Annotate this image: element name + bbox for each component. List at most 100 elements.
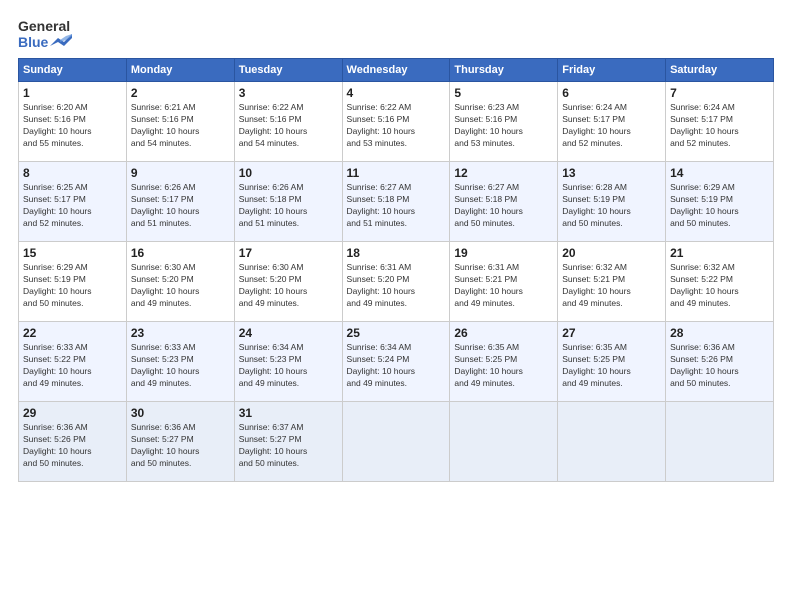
day-number: 7	[670, 86, 769, 100]
day-number: 28	[670, 326, 769, 340]
calendar-week-row: 29Sunrise: 6:36 AMSunset: 5:26 PMDayligh…	[19, 402, 774, 482]
calendar-cell: 29Sunrise: 6:36 AMSunset: 5:26 PMDayligh…	[19, 402, 127, 482]
day-number: 30	[131, 406, 230, 420]
calendar-cell: 26 Sunrise: 6:35 AMSunset: 5:25 PMDayligh…	[450, 322, 558, 402]
day-info: Sunrise: 6:36 AMSunset: 5:26 PMDaylight:…	[670, 342, 769, 390]
day-info: Sunrise: 6:37 AMSunset: 5:27 PMDaylight:…	[239, 422, 338, 470]
day-number: 18	[347, 246, 446, 260]
calendar-cell: 20Sunrise: 6:32 AMSunset: 5:21 PMDayligh…	[558, 242, 666, 322]
calendar-cell	[558, 402, 666, 482]
col-header-monday: Monday	[126, 59, 234, 82]
day-number: 24	[239, 326, 338, 340]
calendar-cell: 13 Sunrise: 6:28 AMSunset: 5:19 PMDayligh…	[558, 162, 666, 242]
calendar-table: SundayMondayTuesdayWednesdayThursdayFrid…	[18, 58, 774, 482]
day-info: Sunrise: 6:21 AMSunset: 5:16 PMDaylight:…	[131, 102, 230, 150]
calendar-cell: 30 Sunrise: 6:36 AMSunset: 5:27 PMDayligh…	[126, 402, 234, 482]
calendar-week-row: 1 Sunrise: 6:20 AMSunset: 5:16 PMDaylight…	[19, 82, 774, 162]
calendar-cell: 15Sunrise: 6:29 AMSunset: 5:19 PMDayligh…	[19, 242, 127, 322]
day-info: Sunrise: 6:25 AMSunset: 5:17 PMDaylight:…	[23, 182, 122, 230]
calendar-cell: 21 Sunrise: 6:32 AMSunset: 5:22 PMDayligh…	[666, 242, 774, 322]
col-header-wednesday: Wednesday	[342, 59, 450, 82]
day-number: 14	[670, 166, 769, 180]
logo: General Blue	[18, 18, 72, 50]
col-header-saturday: Saturday	[666, 59, 774, 82]
col-header-tuesday: Tuesday	[234, 59, 342, 82]
day-number: 8	[23, 166, 122, 180]
calendar-cell: 12 Sunrise: 6:27 AMSunset: 5:18 PMDayligh…	[450, 162, 558, 242]
calendar-week-row: 8 Sunrise: 6:25 AMSunset: 5:17 PMDaylight…	[19, 162, 774, 242]
calendar-cell: 8 Sunrise: 6:25 AMSunset: 5:17 PMDaylight…	[19, 162, 127, 242]
day-info: Sunrise: 6:34 AMSunset: 5:23 PMDaylight:…	[239, 342, 338, 390]
calendar-cell: 19Sunrise: 6:31 AMSunset: 5:21 PMDayligh…	[450, 242, 558, 322]
logo-text: General Blue	[18, 18, 72, 50]
day-number: 5	[454, 86, 553, 100]
day-info: Sunrise: 6:23 AMSunset: 5:16 PMDaylight:…	[454, 102, 553, 150]
calendar-cell: 5 Sunrise: 6:23 AMSunset: 5:16 PMDaylight…	[450, 82, 558, 162]
day-number: 9	[131, 166, 230, 180]
calendar-cell: 1 Sunrise: 6:20 AMSunset: 5:16 PMDaylight…	[19, 82, 127, 162]
day-info: Sunrise: 6:22 AMSunset: 5:16 PMDaylight:…	[347, 102, 446, 150]
day-number: 2	[131, 86, 230, 100]
day-info: Sunrise: 6:26 AMSunset: 5:17 PMDaylight:…	[131, 182, 230, 230]
calendar-cell: 22Sunrise: 6:33 AMSunset: 5:22 PMDayligh…	[19, 322, 127, 402]
calendar-cell: 31Sunrise: 6:37 AMSunset: 5:27 PMDayligh…	[234, 402, 342, 482]
day-number: 29	[23, 406, 122, 420]
page-header: General Blue	[18, 18, 774, 50]
calendar-cell	[666, 402, 774, 482]
calendar-cell: 9 Sunrise: 6:26 AMSunset: 5:17 PMDaylight…	[126, 162, 234, 242]
day-info: Sunrise: 6:32 AMSunset: 5:22 PMDaylight:…	[670, 262, 769, 310]
calendar-cell: 2 Sunrise: 6:21 AMSunset: 5:16 PMDaylight…	[126, 82, 234, 162]
calendar-cell: 25 Sunrise: 6:34 AMSunset: 5:24 PMDayligh…	[342, 322, 450, 402]
day-number: 16	[131, 246, 230, 260]
day-number: 13	[562, 166, 661, 180]
day-info: Sunrise: 6:20 AMSunset: 5:16 PMDaylight:…	[23, 102, 122, 150]
day-info: Sunrise: 6:28 AMSunset: 5:19 PMDaylight:…	[562, 182, 661, 230]
day-info: Sunrise: 6:30 AMSunset: 5:20 PMDaylight:…	[239, 262, 338, 310]
calendar-cell	[342, 402, 450, 482]
day-number: 22	[23, 326, 122, 340]
day-info: Sunrise: 6:29 AMSunset: 5:19 PMDaylight:…	[670, 182, 769, 230]
day-number: 4	[347, 86, 446, 100]
day-info: Sunrise: 6:35 AMSunset: 5:25 PMDaylight:…	[562, 342, 661, 390]
calendar-cell	[450, 402, 558, 482]
calendar-cell: 11 Sunrise: 6:27 AMSunset: 5:18 PMDayligh…	[342, 162, 450, 242]
calendar-cell: 7Sunrise: 6:24 AMSunset: 5:17 PMDaylight…	[666, 82, 774, 162]
day-number: 10	[239, 166, 338, 180]
day-info: Sunrise: 6:26 AMSunset: 5:18 PMDaylight:…	[239, 182, 338, 230]
calendar-cell: 14 Sunrise: 6:29 AMSunset: 5:19 PMDayligh…	[666, 162, 774, 242]
day-number: 1	[23, 86, 122, 100]
day-info: Sunrise: 6:35 AMSunset: 5:25 PMDaylight:…	[454, 342, 553, 390]
day-info: Sunrise: 6:36 AMSunset: 5:27 PMDaylight:…	[131, 422, 230, 470]
calendar-week-row: 15Sunrise: 6:29 AMSunset: 5:19 PMDayligh…	[19, 242, 774, 322]
calendar-cell: 28 Sunrise: 6:36 AMSunset: 5:26 PMDayligh…	[666, 322, 774, 402]
col-header-sunday: Sunday	[19, 59, 127, 82]
calendar-cell: 27 Sunrise: 6:35 AMSunset: 5:25 PMDayligh…	[558, 322, 666, 402]
logo-bird-icon	[50, 34, 72, 50]
day-info: Sunrise: 6:31 AMSunset: 5:20 PMDaylight:…	[347, 262, 446, 310]
calendar-cell: 16 Sunrise: 6:30 AMSunset: 5:20 PMDayligh…	[126, 242, 234, 322]
calendar-cell: 4 Sunrise: 6:22 AMSunset: 5:16 PMDaylight…	[342, 82, 450, 162]
calendar-cell: 6 Sunrise: 6:24 AMSunset: 5:17 PMDaylight…	[558, 82, 666, 162]
day-number: 3	[239, 86, 338, 100]
day-number: 23	[131, 326, 230, 340]
day-number: 21	[670, 246, 769, 260]
day-number: 11	[347, 166, 446, 180]
calendar-cell: 23Sunrise: 6:33 AMSunset: 5:23 PMDayligh…	[126, 322, 234, 402]
day-number: 12	[454, 166, 553, 180]
day-info: Sunrise: 6:30 AMSunset: 5:20 PMDaylight:…	[131, 262, 230, 310]
day-info: Sunrise: 6:24 AMSunset: 5:17 PMDaylight:…	[562, 102, 661, 150]
day-info: Sunrise: 6:27 AMSunset: 5:18 PMDaylight:…	[347, 182, 446, 230]
day-number: 26	[454, 326, 553, 340]
day-number: 20	[562, 246, 661, 260]
calendar-cell: 3 Sunrise: 6:22 AMSunset: 5:16 PMDaylight…	[234, 82, 342, 162]
calendar-cell: 18 Sunrise: 6:31 AMSunset: 5:20 PMDayligh…	[342, 242, 450, 322]
day-info: Sunrise: 6:27 AMSunset: 5:18 PMDaylight:…	[454, 182, 553, 230]
col-header-friday: Friday	[558, 59, 666, 82]
day-info: Sunrise: 6:34 AMSunset: 5:24 PMDaylight:…	[347, 342, 446, 390]
calendar-cell: 17Sunrise: 6:30 AMSunset: 5:20 PMDayligh…	[234, 242, 342, 322]
day-info: Sunrise: 6:22 AMSunset: 5:16 PMDaylight:…	[239, 102, 338, 150]
day-number: 25	[347, 326, 446, 340]
day-number: 19	[454, 246, 553, 260]
day-number: 27	[562, 326, 661, 340]
day-number: 6	[562, 86, 661, 100]
